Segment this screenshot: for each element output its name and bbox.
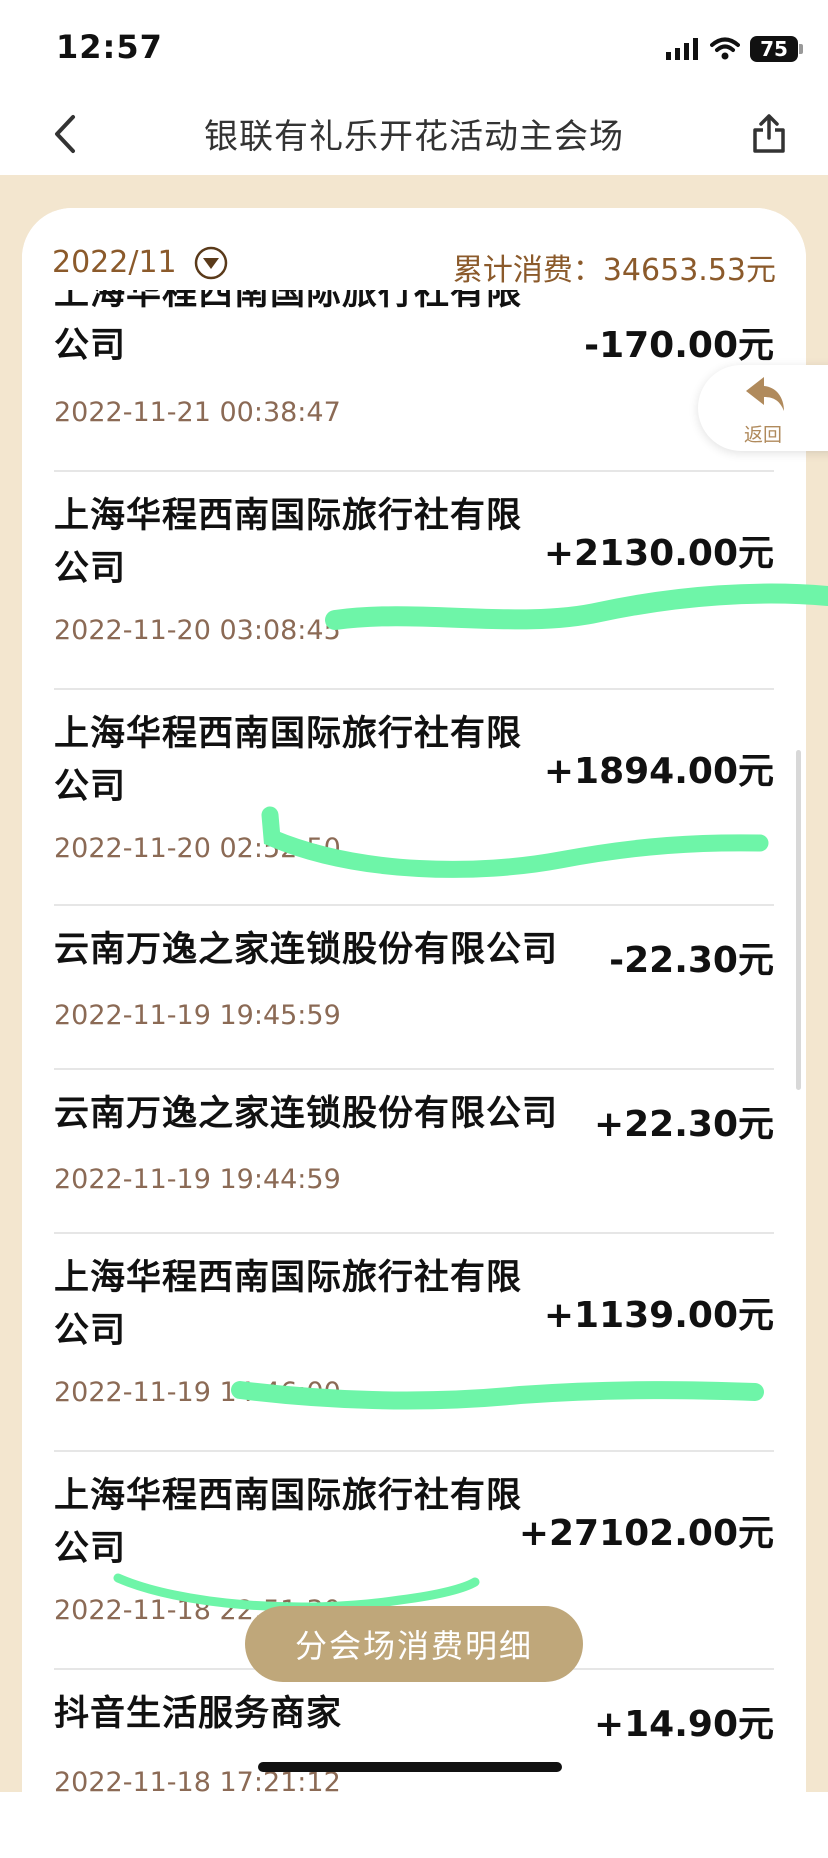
transaction-time: 2022-11-20 02:52:50 <box>54 833 341 864</box>
amount: +1139.00元 <box>543 1295 774 1336</box>
signal-icon <box>666 38 698 60</box>
status-time: 12:57 <box>56 28 163 66</box>
dropdown-icon[interactable] <box>194 246 228 280</box>
transaction-time: 2022-11-20 03:08:45 <box>54 615 341 646</box>
transaction-time: 2022-11-19 19:45:59 <box>54 1000 341 1031</box>
merchant-name: 云南万逸之家连锁股份有限公司 <box>54 1094 559 1134</box>
transaction-time: 2022-11-19 14:46:00 <box>54 1377 341 1408</box>
amount: +14.90元 <box>593 1704 774 1745</box>
amount: +27102.00元 <box>518 1513 774 1554</box>
merchant-name: 上海华程西南国际旅行社有限公司 <box>54 714 523 807</box>
amount: +22.30元 <box>593 1104 774 1145</box>
return-arrow-icon <box>746 377 784 411</box>
merchant-name: 上海华程西南国际旅行社有限公司 <box>54 1476 523 1569</box>
amount: +2130.00元 <box>543 533 774 574</box>
amount: -170.00元 <box>584 325 774 366</box>
transaction-time: 2022-11-21 00:38:47 <box>54 397 341 428</box>
share-icon <box>753 114 785 153</box>
total-spending: 累计消费：34653.53元 <box>452 253 776 288</box>
month-label[interactable]: 2022/11 <box>52 245 177 280</box>
list-item[interactable]: 云南万逸之家连锁股份有限公司 -22.30元 2022-11-19 19:45:… <box>54 904 774 1070</box>
transaction-time: 2022-11-19 19:44:59 <box>54 1164 341 1195</box>
amount: +1894.00元 <box>543 751 774 792</box>
list-item[interactable]: 上海华程西南国际旅行社有限公司 +1894.00元 2022-11-20 02:… <box>54 688 774 906</box>
list-item[interactable]: 上海华程西南国际旅行社有限公司 +2130.00元 2022-11-20 03:… <box>54 470 774 690</box>
scrollbar[interactable] <box>796 750 801 1090</box>
return-label: 返回 <box>744 424 783 446</box>
merchant-name: 抖音生活服务商家 <box>54 1694 343 1734</box>
list-item[interactable]: 云南万逸之家连锁股份有限公司 +22.30元 2022-11-19 19:44:… <box>54 1068 774 1234</box>
merchant-name: 上海华程西南国际旅行社有限公司 <box>54 1258 523 1351</box>
nav-bar: 银联有礼乐开花活动主会场 <box>0 95 828 175</box>
wifi-icon <box>710 37 740 60</box>
status-icons: 75 <box>666 34 803 64</box>
status-bar: 12:57 75 <box>0 0 828 95</box>
home-indicator <box>258 1762 562 1772</box>
share-button[interactable] <box>744 109 794 159</box>
page-title: 银联有礼乐开花活动主会场 <box>204 117 624 157</box>
list-item[interactable]: 上海华程西南国际旅行社有限公司 +1139.00元 2022-11-19 14:… <box>54 1232 774 1452</box>
merchant-name: 上海华程西南国际旅行社有限公司 <box>54 496 523 589</box>
sub-venue-details-button[interactable]: 分会场消费明细 <box>245 1606 583 1682</box>
month-summary-bar: 2022/11 累计消费：34653.53元 <box>22 208 806 290</box>
battery-icon: 75 <box>750 36 803 62</box>
floating-back-button[interactable]: 返回 <box>698 365 828 451</box>
merchant-name: 云南万逸之家连锁股份有限公司 <box>54 930 559 970</box>
amount: -22.30元 <box>609 940 774 981</box>
